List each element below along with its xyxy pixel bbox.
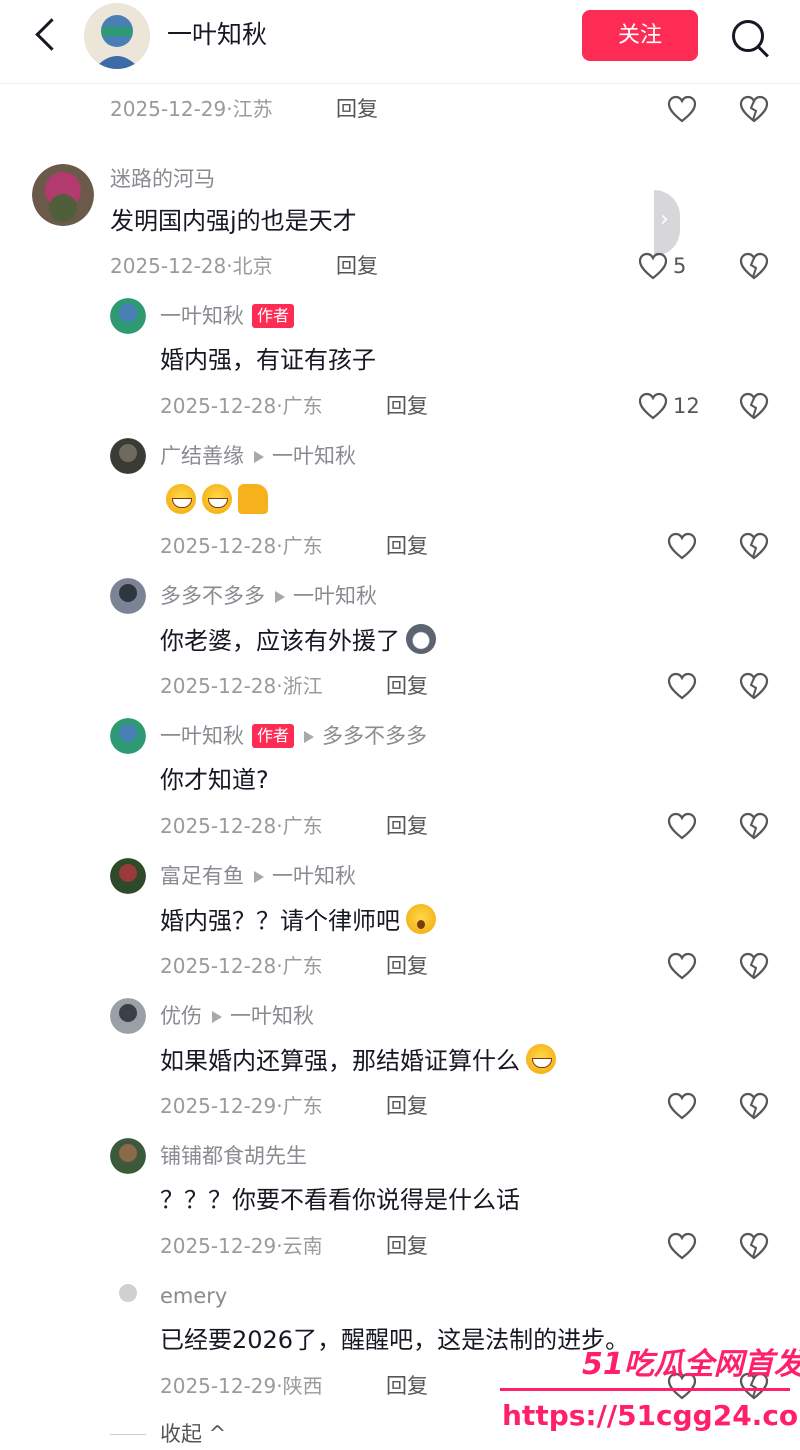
dislike-icon[interactable] [739, 671, 769, 701]
reply-text: ？？？你要不看看你说得是什么话 [160, 1186, 520, 1214]
reply-meta: 2025-12-28·广东 [160, 814, 323, 838]
avatar[interactable] [110, 298, 146, 334]
reply-button[interactable]: 回复 [386, 812, 428, 840]
like-icon[interactable] [667, 1232, 697, 1260]
comment-meta: 2025-12-28·北京 [110, 254, 273, 278]
dislike-icon[interactable] [739, 811, 769, 841]
reply-button[interactable]: 回复 [386, 1092, 428, 1120]
avatar[interactable] [110, 858, 146, 894]
reply-username[interactable]: 富足有鱼 一叶知秋 [160, 862, 356, 890]
reply-text: 婚内强，有证有孩子 [160, 346, 376, 374]
reply-text: 已经要2026了，醒醒吧，这是法制的进步。 [160, 1326, 630, 1354]
reply-button[interactable]: 回复 [336, 95, 378, 123]
shocked-emoji-icon [406, 904, 436, 934]
like-icon[interactable] [667, 95, 697, 123]
avatar[interactable] [110, 998, 146, 1034]
reply-button[interactable]: 回复 [386, 392, 428, 420]
dislike-icon[interactable] [739, 391, 769, 421]
watermark-url: https://51cgg24.com [502, 1399, 800, 1432]
reply-to-username[interactable]: 一叶知秋 [272, 864, 356, 888]
husky-emoji-icon [406, 624, 436, 654]
comment-username[interactable]: 迷路的河马 [110, 165, 215, 193]
cry-laugh-emoji-icon [166, 484, 196, 514]
dislike-icon[interactable] [739, 531, 769, 561]
follow-button[interactable]: 关注 [582, 10, 698, 61]
reply-button[interactable]: 回复 [386, 1232, 428, 1260]
reply-username[interactable]: emery [160, 1282, 227, 1310]
reply-username[interactable]: 一叶知秋 作者 [160, 302, 295, 330]
reply-button[interactable]: 回复 [386, 1372, 428, 1400]
collapse-button[interactable]: 收起 ^ [160, 1420, 226, 1448]
watermark-divider [500, 1388, 790, 1391]
avatar[interactable] [110, 1278, 146, 1314]
comment-meta: 2025-12-29·江苏 [110, 97, 273, 121]
reply-arrow-icon [212, 1011, 222, 1023]
reply-to-username[interactable]: 一叶知秋 [293, 584, 377, 608]
reply-username[interactable]: 多多不多多 一叶知秋 [160, 582, 377, 610]
reply-username[interactable]: 一叶知秋 作者 多多不多多 [160, 722, 427, 750]
header-title: 一叶知秋 [167, 20, 268, 49]
reply-button[interactable]: 回复 [386, 672, 428, 700]
reply-arrow-icon [304, 731, 315, 743]
top-bar: 一叶知秋 关注 [0, 0, 800, 84]
reply-button[interactable]: 回复 [336, 252, 378, 280]
dislike-icon[interactable] [739, 94, 769, 124]
reply-username[interactable]: 广结善缘 一叶知秋 [160, 442, 356, 470]
reply-text: 婚内强？？请个律师吧 [160, 904, 436, 937]
reply-arrow-icon [275, 591, 285, 603]
reply-to-username[interactable]: 多多不多多 [322, 724, 427, 748]
like-icon[interactable] [667, 952, 697, 980]
reply-button[interactable]: 回复 [386, 952, 428, 980]
reply-username[interactable]: 优伤 一叶知秋 [160, 1002, 314, 1030]
like-count: 5 [673, 254, 687, 278]
reply-text: 你才知道? [160, 766, 269, 794]
comment-text: 发明国内强j的也是天才 [110, 207, 357, 235]
reply-meta: 2025-12-28·浙江 [160, 674, 323, 698]
author-badge: 作者 [252, 724, 295, 748]
cry-laugh-emoji-icon [202, 484, 232, 514]
avatar[interactable] [110, 578, 146, 614]
dislike-icon[interactable] [739, 251, 769, 281]
author-badge: 作者 [252, 304, 295, 328]
reply-meta: 2025-12-28·广东 [160, 954, 323, 978]
reply-meta: 2025-12-28·广东 [160, 394, 323, 418]
reply-meta: 2025-12-29·陕西 [160, 1374, 323, 1398]
chevron-right-icon[interactable] [654, 190, 680, 256]
thumbs-up-emoji-icon [238, 484, 268, 514]
like-icon[interactable] [638, 252, 668, 280]
avatar[interactable] [110, 1138, 146, 1174]
reply-to-username[interactable]: 一叶知秋 [230, 1004, 314, 1028]
reply-arrow-icon [254, 451, 264, 463]
reply-button[interactable]: 回复 [386, 532, 428, 560]
reply-to-username[interactable]: 一叶知秋 [272, 444, 356, 468]
like-icon[interactable] [667, 532, 697, 560]
watermark-title: 51吃瓜全网首发 [582, 1347, 800, 1382]
dislike-icon[interactable] [739, 1091, 769, 1121]
reply-arrow-icon [254, 871, 264, 883]
reply-meta: 2025-12-29·广东 [160, 1094, 323, 1118]
cry-laugh-emoji-icon [526, 1044, 556, 1074]
like-count: 12 [673, 394, 700, 418]
reply-text: 如果婚内还算强，那结婚证算什么 [160, 1044, 556, 1077]
like-icon[interactable] [667, 812, 697, 840]
avatar[interactable] [110, 718, 146, 754]
reply-meta: 2025-12-29·云南 [160, 1234, 323, 1258]
dislike-icon[interactable] [739, 1231, 769, 1261]
avatar[interactable] [32, 164, 94, 226]
author-avatar[interactable] [84, 3, 150, 69]
back-arrow-icon[interactable] [30, 16, 64, 56]
avatar[interactable] [110, 438, 146, 474]
divider [110, 1434, 146, 1435]
reply-text: 你老婆，应该有外援了 [160, 624, 436, 657]
dislike-icon[interactable] [739, 951, 769, 981]
reply-username[interactable]: 铺铺都食胡先生 [160, 1142, 307, 1170]
like-icon[interactable] [638, 392, 668, 420]
like-icon[interactable] [667, 1092, 697, 1120]
reply-meta: 2025-12-28·广东 [160, 534, 323, 558]
like-icon[interactable] [667, 672, 697, 700]
search-icon[interactable] [728, 16, 774, 62]
chevron-up-icon: ^ [202, 1422, 227, 1446]
reply-text [160, 484, 268, 517]
